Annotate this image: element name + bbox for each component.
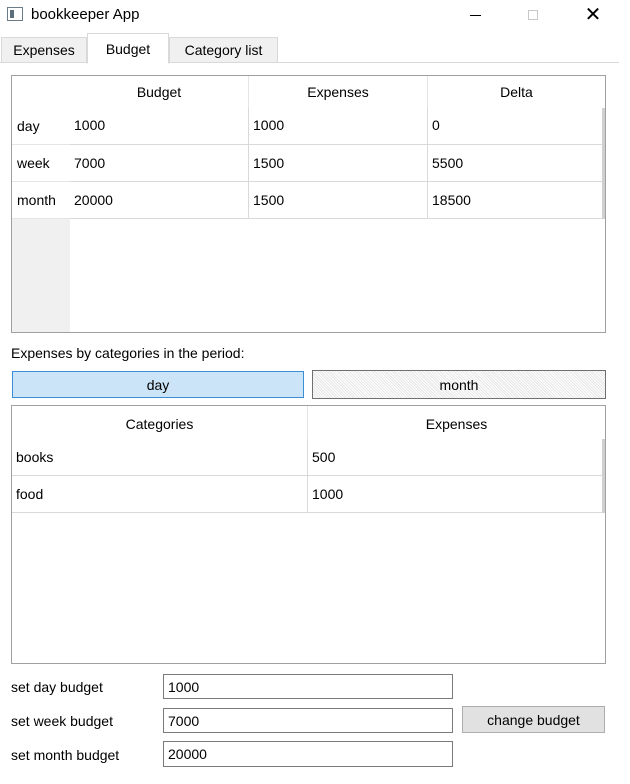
app-icon	[7, 7, 23, 21]
maximize-button[interactable]	[510, 0, 556, 30]
table-edge	[602, 439, 605, 513]
month-budget-input[interactable]: 20000	[163, 741, 453, 767]
column-header-budget[interactable]: Budget	[70, 76, 249, 108]
tab-budget[interactable]: Budget	[87, 33, 169, 64]
close-button[interactable]: ✕	[570, 0, 616, 30]
close-icon: ✕	[584, 4, 602, 26]
day-button[interactable]: day	[12, 371, 304, 398]
table-cell[interactable]: books	[12, 439, 308, 476]
table-cell[interactable]: 1000	[308, 476, 605, 513]
table-cell[interactable]: 500	[308, 439, 605, 476]
column-header-expenses[interactable]: Expenses	[308, 406, 605, 442]
minimize-icon	[469, 14, 481, 16]
category-table: Categories Expenses books 500 food 1000	[11, 405, 606, 664]
month-button[interactable]: month	[312, 370, 606, 399]
table-cell[interactable]: 0	[428, 108, 605, 145]
week-budget-label: set week budget	[11, 713, 113, 729]
change-budget-button[interactable]: change budget	[462, 706, 605, 733]
table-cell[interactable]: 1500	[249, 145, 428, 182]
row-header-month[interactable]: month	[12, 182, 70, 219]
maximize-icon	[528, 10, 538, 20]
row-header-empty	[12, 219, 70, 332]
table-cell[interactable]: 18500	[428, 182, 605, 219]
budget-table: Budget Expenses Delta day week month 100…	[11, 75, 606, 333]
table-cell[interactable]: 1000	[70, 108, 249, 145]
table-cell[interactable]: 5500	[428, 145, 605, 182]
table-cell[interactable]: 20000	[70, 182, 249, 219]
column-header-delta[interactable]: Delta	[428, 76, 605, 108]
column-header-categories[interactable]: Categories	[12, 406, 308, 442]
table-cell[interactable]: 1000	[249, 108, 428, 145]
period-caption: Expenses by categories in the period:	[11, 345, 245, 361]
table-cell[interactable]: food	[12, 476, 308, 513]
day-budget-label: set day budget	[11, 679, 103, 695]
week-budget-input[interactable]: 7000	[163, 708, 453, 733]
minimize-button[interactable]	[452, 0, 498, 30]
tab-category-list[interactable]: Category list	[169, 37, 278, 63]
column-header-expenses[interactable]: Expenses	[249, 76, 428, 108]
table-corner	[12, 76, 70, 108]
row-header-week[interactable]: week	[12, 145, 70, 182]
table-cell[interactable]: 1500	[249, 182, 428, 219]
window-title: bookkeeper App	[31, 6, 140, 23]
table-edge	[602, 108, 605, 219]
tab-expenses[interactable]: Expenses	[1, 37, 87, 63]
month-budget-label: set month budget	[11, 747, 120, 763]
table-cell[interactable]: 7000	[70, 145, 249, 182]
day-budget-input[interactable]: 1000	[163, 674, 453, 699]
row-header-day[interactable]: day	[12, 108, 70, 145]
